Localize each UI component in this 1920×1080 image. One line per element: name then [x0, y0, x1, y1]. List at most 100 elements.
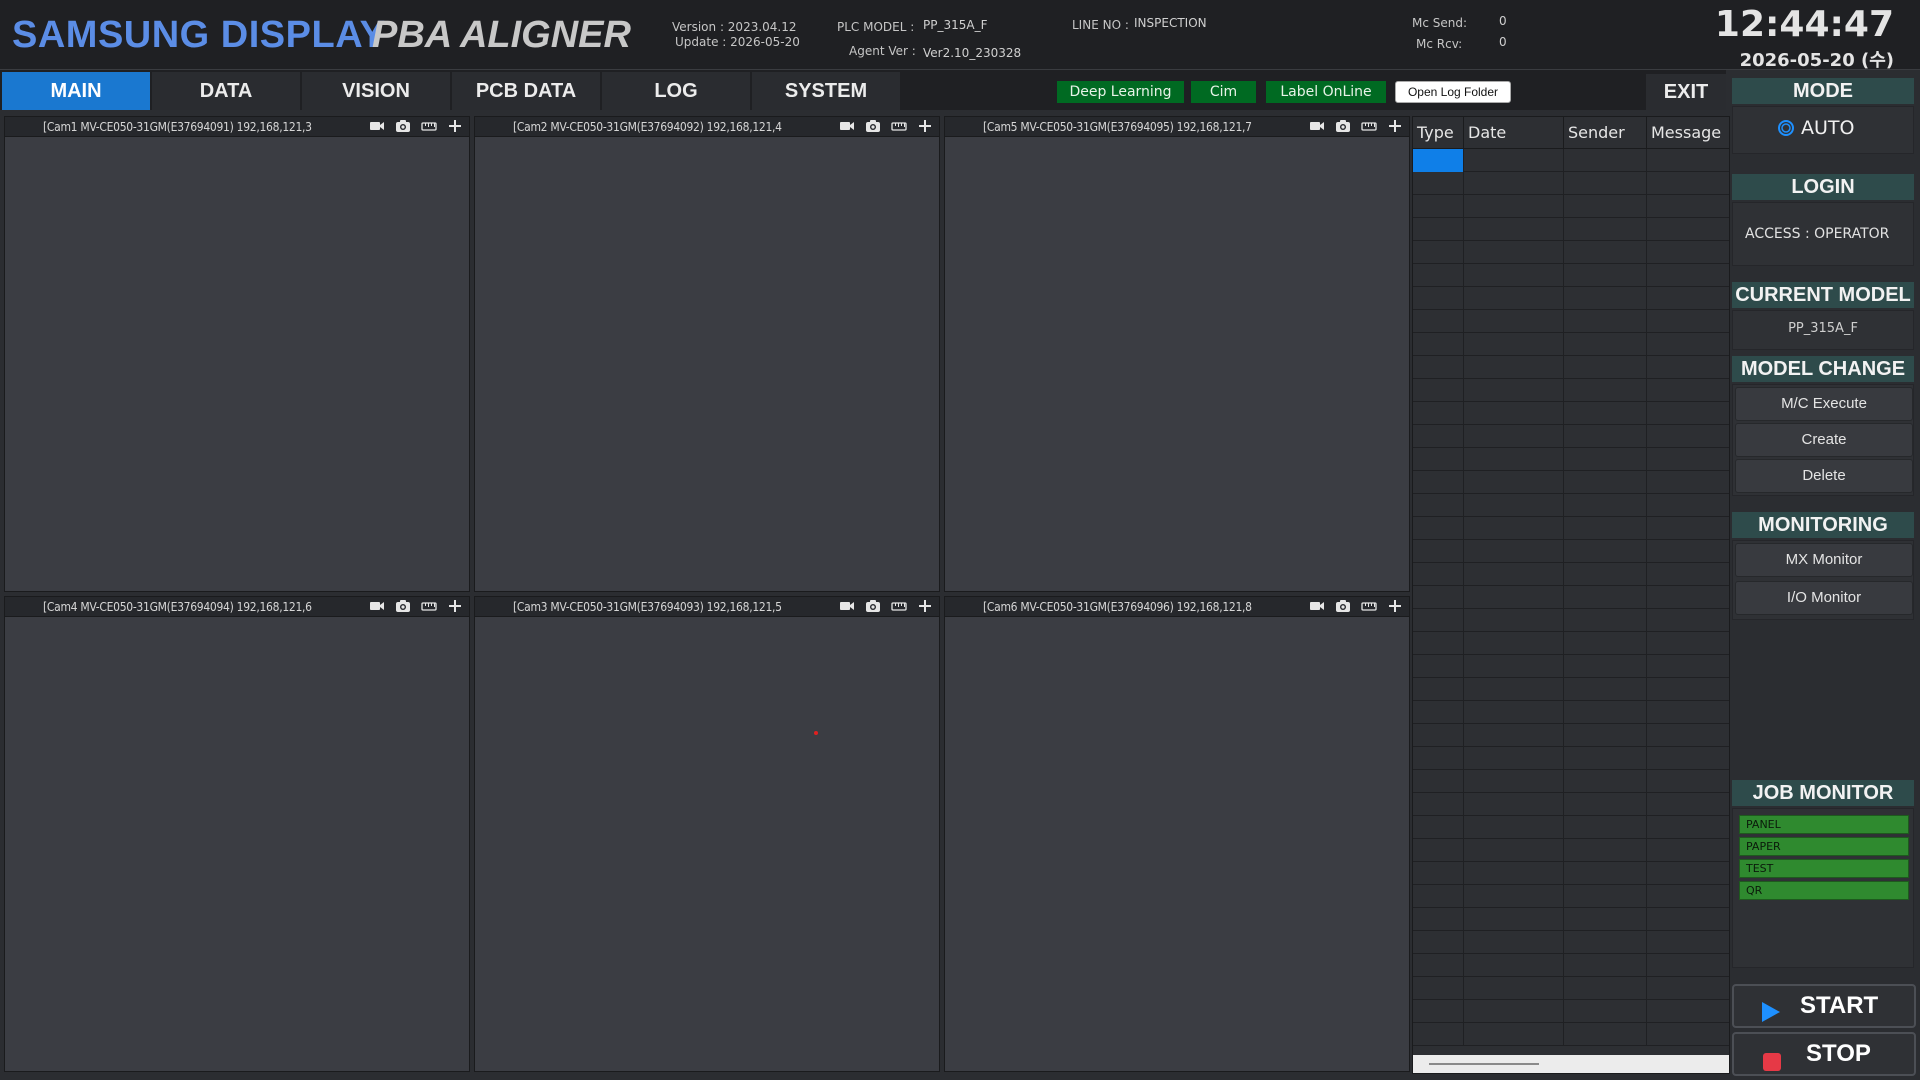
table-row[interactable]: [1413, 379, 1729, 402]
table-row[interactable]: [1413, 954, 1729, 977]
table-row[interactable]: [1413, 816, 1729, 839]
create-model-button[interactable]: Create: [1735, 423, 1913, 457]
table-row[interactable]: [1413, 862, 1729, 885]
radio-icon[interactable]: [1777, 119, 1795, 137]
ruler-icon[interactable]: [891, 119, 907, 134]
table-row[interactable]: [1413, 448, 1729, 471]
crosshair-plus-icon[interactable]: [447, 599, 463, 614]
table-row[interactable]: [1413, 402, 1729, 425]
video-camera-icon[interactable]: [369, 119, 385, 134]
camera-view[interactable]: [Cam2 MV-CE050-31GM(E37694092) 192,168,1…: [474, 116, 940, 592]
table-row[interactable]: [1413, 471, 1729, 494]
tab-log[interactable]: LOG: [602, 72, 750, 110]
tab-main[interactable]: MAIN: [2, 72, 150, 110]
table-row[interactable]: [1413, 977, 1729, 1000]
ruler-icon[interactable]: [1361, 119, 1377, 134]
video-camera-icon[interactable]: [839, 119, 855, 134]
table-cell: [1647, 724, 1729, 747]
column-header-type[interactable]: Type: [1413, 117, 1464, 149]
table-row[interactable]: [1413, 724, 1729, 747]
video-camera-icon[interactable]: [1309, 119, 1325, 134]
snapshot-camera-icon[interactable]: [395, 119, 411, 134]
crosshair-plus-icon[interactable]: [1387, 599, 1403, 614]
table-row[interactable]: [1413, 770, 1729, 793]
camera-view[interactable]: [Cam1 MV-CE050-31GM(E37694091) 192,168,1…: [4, 116, 470, 592]
table-row[interactable]: [1413, 218, 1729, 241]
camera-view[interactable]: [Cam5 MV-CE050-31GM(E37694095) 192,168,1…: [944, 116, 1410, 592]
table-row[interactable]: [1413, 1000, 1729, 1023]
table-row[interactable]: [1413, 356, 1729, 379]
column-header-date[interactable]: Date: [1464, 117, 1564, 149]
log-horizontal-scrollbar[interactable]: [1413, 1055, 1729, 1073]
mode-value[interactable]: AUTO: [1801, 117, 1854, 139]
snapshot-camera-icon[interactable]: [865, 119, 881, 134]
crosshair-plus-icon[interactable]: [1387, 119, 1403, 134]
table-row[interactable]: [1413, 839, 1729, 862]
table-row[interactable]: [1413, 149, 1729, 172]
table-row[interactable]: [1413, 333, 1729, 356]
start-button[interactable]: START: [1732, 984, 1916, 1028]
ruler-icon[interactable]: [1361, 599, 1377, 614]
column-header-sender[interactable]: Sender: [1564, 117, 1647, 149]
table-row[interactable]: [1413, 310, 1729, 333]
table-row[interactable]: [1413, 287, 1729, 310]
camera-view[interactable]: [Cam4 MV-CE050-31GM(E37694094) 192,168,1…: [4, 596, 470, 1072]
table-row[interactable]: [1413, 540, 1729, 563]
open-log-folder-button[interactable]: Open Log Folder: [1395, 81, 1511, 103]
table-row[interactable]: [1413, 632, 1729, 655]
table-row[interactable]: [1413, 1023, 1729, 1046]
table-row[interactable]: [1413, 425, 1729, 448]
exit-button[interactable]: EXIT: [1646, 74, 1726, 110]
table-row[interactable]: [1413, 609, 1729, 632]
snapshot-camera-icon[interactable]: [1335, 119, 1351, 134]
table-row[interactable]: [1413, 701, 1729, 724]
column-header-message[interactable]: Message: [1647, 117, 1729, 149]
table-row[interactable]: [1413, 494, 1729, 517]
table-row[interactable]: [1413, 931, 1729, 954]
tab-pcb-data[interactable]: PCB DATA: [452, 72, 600, 110]
table-cell: [1413, 333, 1464, 356]
table-row[interactable]: [1413, 793, 1729, 816]
table-row[interactable]: [1413, 195, 1729, 218]
tab-system[interactable]: SYSTEM: [752, 72, 900, 110]
table-cell: [1647, 770, 1729, 793]
table-row[interactable]: [1413, 747, 1729, 770]
ruler-icon[interactable]: [421, 599, 437, 614]
table-row[interactable]: [1413, 517, 1729, 540]
snapshot-camera-icon[interactable]: [865, 599, 881, 614]
table-row[interactable]: [1413, 563, 1729, 586]
table-row[interactable]: [1413, 241, 1729, 264]
table-cell: [1647, 563, 1729, 586]
camera-view[interactable]: [Cam3 MV-CE050-31GM(E37694093) 192,168,1…: [474, 596, 940, 1072]
table-row[interactable]: [1413, 655, 1729, 678]
ruler-icon[interactable]: [891, 599, 907, 614]
mx-monitor-button[interactable]: MX Monitor: [1735, 543, 1913, 577]
snapshot-camera-icon[interactable]: [1335, 599, 1351, 614]
table-row[interactable]: [1413, 908, 1729, 931]
ruler-icon[interactable]: [421, 119, 437, 134]
table-row[interactable]: [1413, 172, 1729, 195]
crosshair-plus-icon[interactable]: [917, 599, 933, 614]
io-monitor-button[interactable]: I/O Monitor: [1735, 581, 1913, 615]
table-row[interactable]: [1413, 264, 1729, 287]
stop-button[interactable]: STOP: [1732, 1032, 1916, 1076]
table-row[interactable]: [1413, 885, 1729, 908]
delete-model-button[interactable]: Delete: [1735, 459, 1913, 493]
scrollbar-thumb[interactable]: [1429, 1063, 1539, 1065]
job-monitor-section: PANEL PAPER TEST QR: [1732, 808, 1914, 968]
video-camera-icon[interactable]: [369, 599, 385, 614]
video-camera-icon[interactable]: [839, 599, 855, 614]
crosshair-plus-icon[interactable]: [917, 119, 933, 134]
camera-view[interactable]: [Cam6 MV-CE050-31GM(E37694096) 192,168,1…: [944, 596, 1410, 1072]
tab-data[interactable]: DATA: [152, 72, 300, 110]
mc-execute-button[interactable]: M/C Execute: [1735, 387, 1913, 421]
camera-view-header: [Cam3 MV-CE050-31GM(E37694093) 192,168,1…: [475, 597, 939, 617]
table-row[interactable]: [1413, 678, 1729, 701]
crosshair-plus-icon[interactable]: [447, 119, 463, 134]
table-row[interactable]: [1413, 586, 1729, 609]
snapshot-camera-icon[interactable]: [395, 599, 411, 614]
video-camera-icon[interactable]: [1309, 599, 1325, 614]
tab-vision[interactable]: VISION: [302, 72, 450, 110]
table-cell: [1647, 816, 1729, 839]
table-cell: [1647, 402, 1729, 425]
